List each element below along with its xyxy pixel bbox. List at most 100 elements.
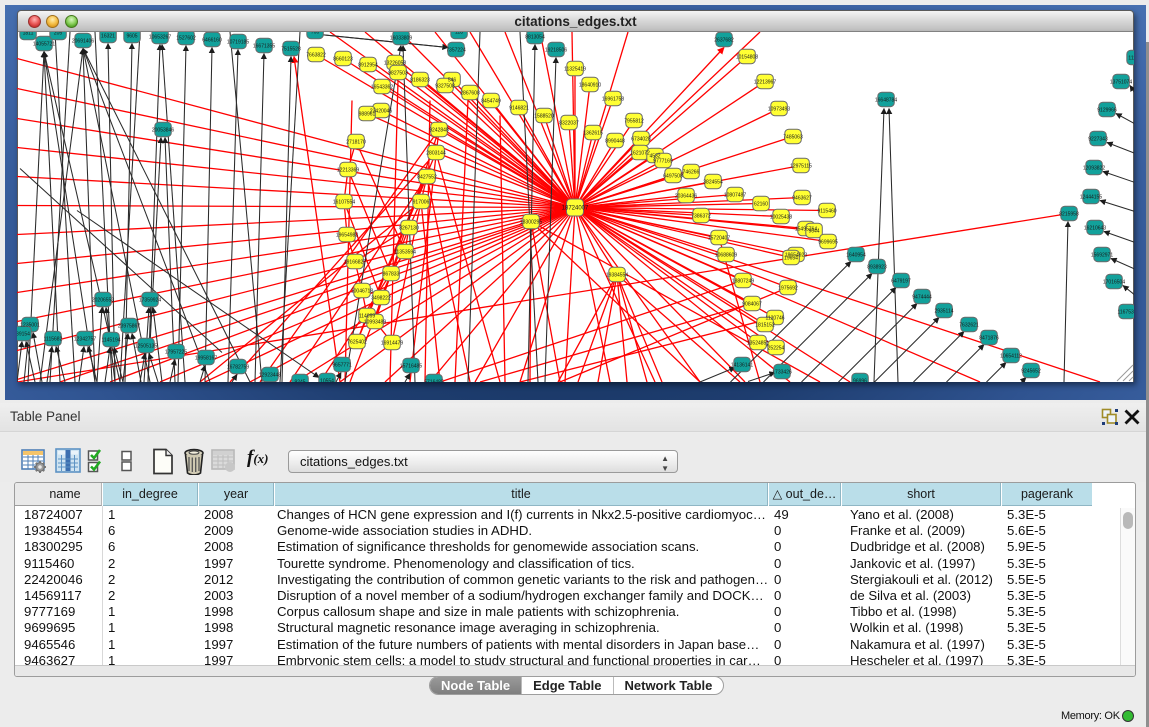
svg-text:10807487: 10807487 — [724, 192, 746, 198]
svg-text:2803144: 2803144 — [426, 150, 446, 156]
svg-text:16961758: 16961758 — [602, 96, 624, 102]
svg-text:252254: 252254 — [768, 345, 785, 351]
svg-text:96996: 96996 — [853, 378, 867, 382]
svg-text:18724007: 18724007 — [562, 205, 589, 211]
svg-text:6466160: 6466160 — [202, 37, 222, 43]
svg-text:10554: 10554 — [320, 378, 334, 382]
svg-text:9115460: 9115460 — [817, 208, 836, 214]
svg-text:20053846: 20053846 — [152, 127, 174, 133]
svg-text:19384554: 19384554 — [606, 272, 628, 278]
svg-text:19166827: 19166827 — [344, 259, 366, 265]
svg-text:17957225: 17957225 — [165, 349, 187, 355]
svg-text:8912954: 8912954 — [358, 62, 378, 68]
svg-text:1235001: 1235001 — [20, 322, 40, 328]
svg-text:7625402: 7625402 — [347, 339, 367, 345]
svg-text:7663822: 7663822 — [306, 52, 326, 58]
svg-text:12213369: 12213369 — [337, 167, 359, 173]
svg-text:17359924: 17359924 — [139, 297, 161, 303]
svg-text:5716485: 5716485 — [424, 379, 444, 382]
svg-text:10025438: 10025438 — [770, 214, 792, 220]
svg-text:1975692: 1975692 — [778, 285, 798, 291]
svg-text:1733426: 1733426 — [772, 369, 792, 375]
svg-text:1120746: 1120746 — [765, 315, 784, 321]
svg-text:8186323: 8186323 — [410, 77, 430, 83]
svg-text:1362615: 1362615 — [583, 130, 603, 136]
svg-text:917006: 917006 — [413, 199, 430, 205]
svg-text:9657771: 9657771 — [332, 362, 352, 368]
svg-text:6479197: 6479197 — [891, 278, 911, 284]
svg-text:10654112: 10654112 — [1000, 353, 1022, 359]
svg-text:12505135: 12505135 — [135, 343, 157, 349]
svg-text:8322037: 8322037 — [559, 120, 579, 126]
svg-text:20364436: 20364436 — [675, 193, 697, 199]
svg-text:20691406: 20691406 — [72, 38, 94, 44]
svg-text:10973493: 10973493 — [768, 106, 790, 112]
svg-text:19654983: 19654983 — [336, 232, 358, 238]
svg-text:7955812: 7955812 — [624, 118, 644, 124]
svg-text:16914479: 16914479 — [381, 340, 403, 346]
svg-text:13524851: 13524851 — [747, 340, 769, 346]
svg-text:9245652: 9245652 — [1021, 368, 1041, 374]
svg-text:12444155: 12444155 — [1080, 194, 1102, 200]
svg-text:11121: 11121 — [1128, 55, 1134, 61]
svg-text:15692971: 15692971 — [1091, 252, 1113, 258]
svg-text:23975867: 23975867 — [118, 323, 140, 329]
svg-text:19654: 19654 — [784, 255, 798, 261]
svg-text:14136141: 14136141 — [731, 362, 753, 368]
svg-text:16543362: 16543362 — [371, 84, 393, 90]
svg-text:8267130: 8267130 — [399, 225, 419, 231]
svg-text:9146821: 9146821 — [509, 105, 529, 111]
svg-text:11353594: 11353594 — [394, 249, 416, 255]
svg-text:9327508: 9327508 — [435, 83, 455, 89]
svg-text:39154: 39154 — [17, 331, 30, 337]
svg-text:8813054: 8813054 — [525, 34, 545, 40]
svg-text:11325419: 11325419 — [564, 66, 586, 72]
svg-text:9227343: 9227343 — [1088, 136, 1108, 142]
svg-text:12213967: 12213967 — [754, 79, 776, 85]
svg-text:12975115: 12975115 — [790, 163, 812, 169]
svg-text:9245: 9245 — [294, 379, 305, 382]
svg-text:18807249: 18807249 — [732, 278, 754, 284]
svg-text:2637682: 2637682 — [714, 37, 734, 43]
svg-text:2935114: 2935114 — [934, 308, 953, 314]
svg-text:988961: 988961 — [359, 111, 376, 117]
svg-text:10688609: 10688609 — [715, 252, 737, 258]
svg-text:17016504: 17016504 — [1103, 279, 1125, 285]
svg-text:10653267: 10653267 — [149, 34, 171, 40]
svg-text:7515528: 7515528 — [281, 46, 301, 52]
svg-text:12342757: 12342757 — [74, 336, 96, 342]
svg-text:9463627: 9463627 — [792, 195, 812, 201]
svg-text:19218506: 19218506 — [545, 47, 567, 53]
svg-text:15720407: 15720407 — [708, 235, 730, 241]
svg-text:1527602: 1527602 — [176, 35, 196, 41]
svg-text:10719185: 10719185 — [227, 39, 249, 45]
svg-text:62160: 62160 — [754, 201, 768, 207]
svg-text:13751074: 13751074 — [1110, 79, 1132, 85]
svg-text:16782759: 16782759 — [227, 364, 249, 370]
svg-text:8471876: 8471876 — [979, 335, 999, 341]
svg-text:13226058: 13226058 — [384, 60, 406, 66]
svg-text:1621072: 1621072 — [630, 150, 650, 156]
svg-text:8938923: 8938923 — [867, 264, 887, 270]
svg-text:2718170: 2718170 — [346, 139, 366, 145]
svg-text:1588520: 1588520 — [534, 113, 554, 119]
svg-text:867833: 867833 — [383, 271, 400, 277]
svg-text:8215958: 8215958 — [1059, 211, 1079, 217]
svg-text:9827503: 9827503 — [388, 70, 408, 76]
svg-text:16321: 16321 — [101, 33, 115, 39]
svg-text:9777169: 9777169 — [653, 158, 673, 164]
svg-text:14055721: 14055721 — [33, 41, 55, 47]
svg-text:9242848: 9242848 — [429, 127, 449, 133]
svg-text:1815152: 1815152 — [755, 322, 775, 328]
svg-text:10046718: 10046718 — [351, 288, 373, 294]
svg-text:6497508: 6497508 — [663, 173, 683, 179]
svg-text:8660123: 8660123 — [333, 56, 353, 62]
svg-text:9084067: 9084067 — [742, 301, 762, 307]
svg-text:7386372: 7386372 — [691, 213, 711, 219]
svg-text:9699695: 9699695 — [818, 239, 838, 245]
svg-text:746266: 746266 — [683, 169, 700, 175]
svg-text:1640954: 1640954 — [846, 252, 866, 258]
svg-text:7485063: 7485063 — [783, 134, 803, 140]
svg-text:8427552: 8427552 — [417, 174, 437, 180]
svg-text:12093822: 12093822 — [1083, 165, 1105, 171]
